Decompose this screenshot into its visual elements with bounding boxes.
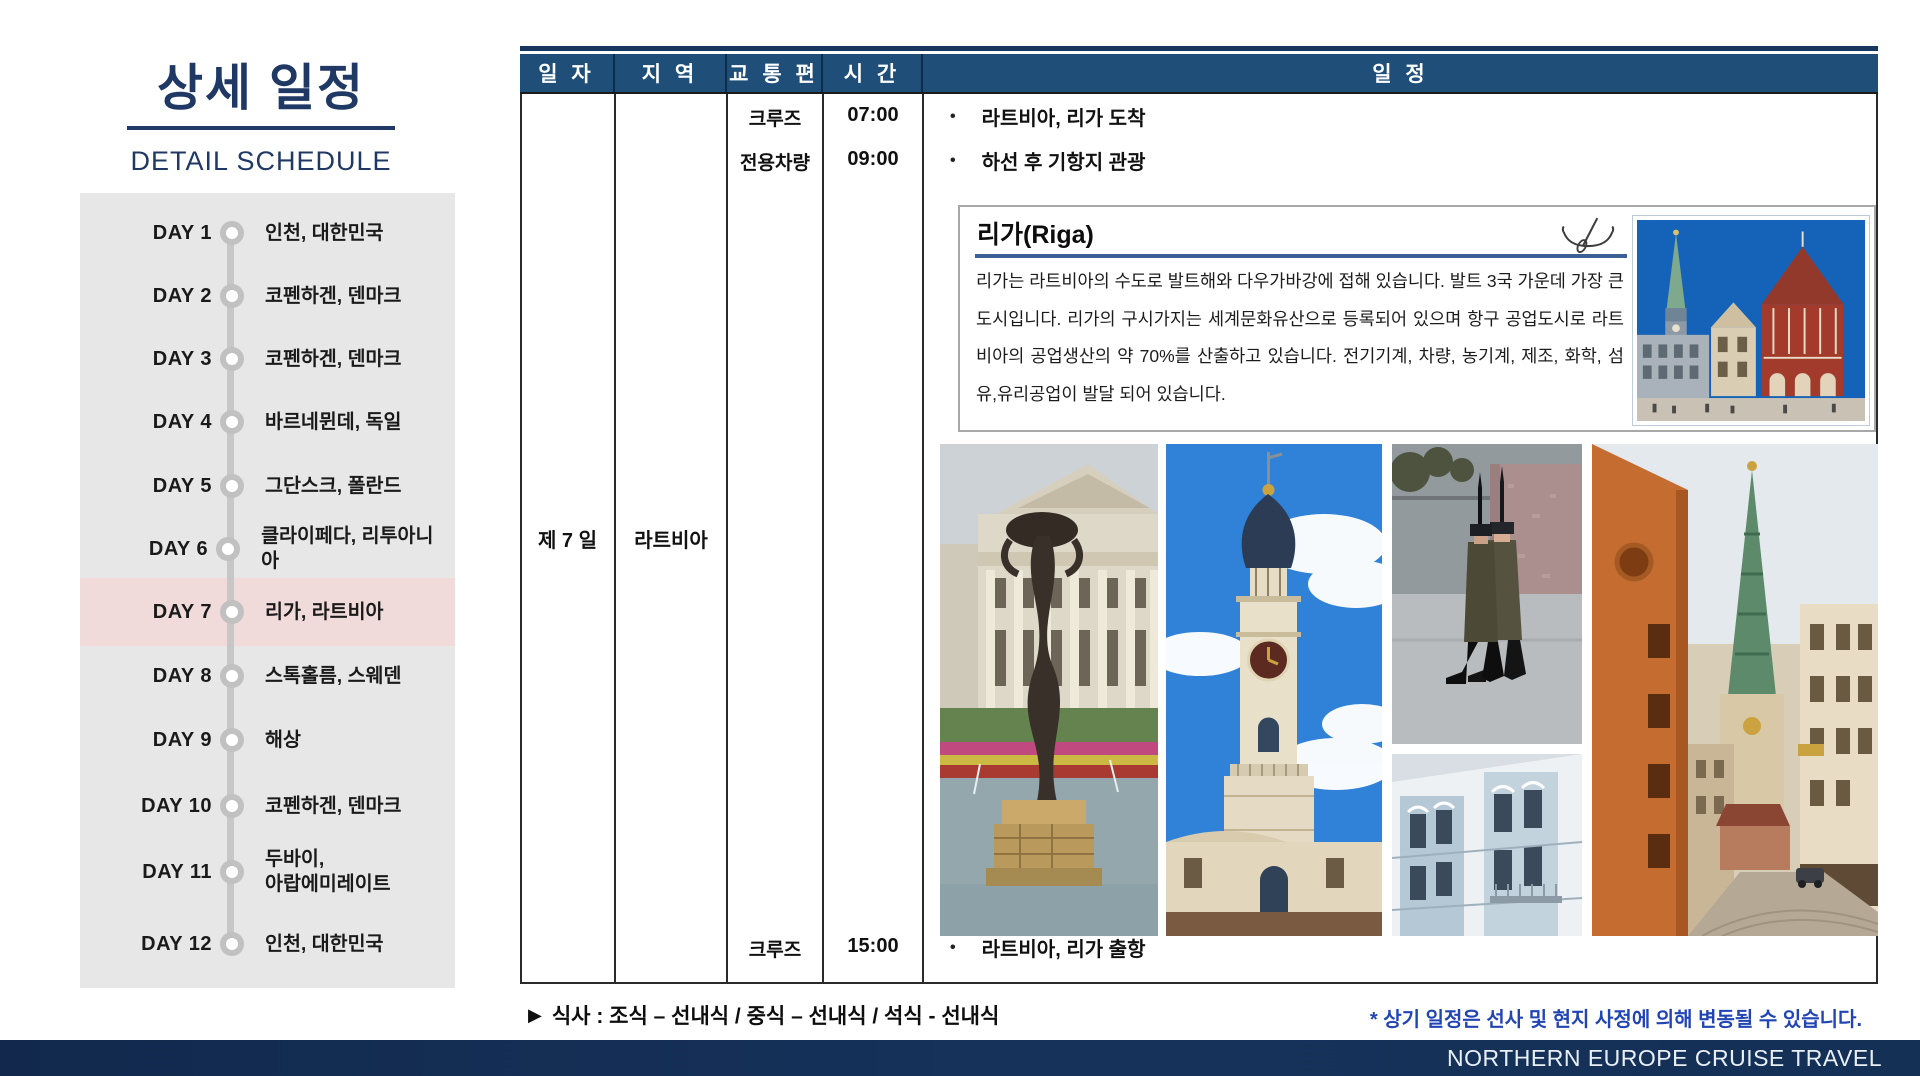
header-transport: 교 통 편: [727, 54, 823, 92]
schedule-item-text: 하선 후 기항지 관광: [981, 152, 1146, 174]
bullet-icon: •: [950, 938, 956, 956]
sidebar-day-row: DAY 10 코펜하겐, 덴마크: [95, 782, 445, 830]
meals-text: 식사 : 조식 – 선내식 / 중식 – 선내식 / 석식 - 선내식: [551, 1005, 1000, 1028]
timeline-node-icon: [220, 860, 244, 884]
church-clock-tower-photo: [1166, 444, 1382, 936]
schedule-item: • 라트비아, 리가 출항: [950, 933, 1145, 962]
timeline-node-icon: [220, 664, 244, 688]
timeline-node-icon: [220, 474, 244, 498]
day-label: DAY 4: [152, 410, 212, 433]
column-divider: [822, 94, 824, 984]
header-date: 일 자: [520, 54, 615, 92]
timeline-node-icon: [220, 932, 244, 956]
day-location: 코펜하겐, 덴마크: [265, 794, 402, 817]
timeline-node-icon: [220, 600, 244, 624]
transport-value: 크루즈: [748, 109, 802, 130]
info-box-title: 리가(Riga): [977, 221, 1094, 249]
cell-region: 라트비아: [634, 530, 708, 552]
day-label: DAY 3: [152, 347, 212, 370]
schedule-item: • 하선 후 기항지 관광: [950, 146, 1145, 175]
schedule-item-text: 라트비아, 리가 도착: [981, 108, 1146, 130]
day-location: 그단스크, 폴란드: [265, 474, 402, 497]
riga-town-hall-square-photo: [1632, 215, 1870, 426]
table-header-row: 일 자 지 역 교 통 편 시 간 일 정: [520, 54, 1878, 94]
day-label: DAY 8: [152, 664, 212, 687]
canoe-icon: [1561, 217, 1615, 253]
opera-house-fountain-photo: [940, 444, 1158, 936]
header-schedule: 일 정: [1372, 63, 1429, 86]
timeline-node-icon: [220, 347, 244, 371]
day-location: 인천, 대한민국: [265, 932, 384, 955]
time-value: 07:00: [847, 104, 899, 126]
sidebar-day-row: DAY 9 해상: [95, 716, 445, 764]
timeline-node-icon: [220, 728, 244, 752]
day-label: DAY 1: [152, 221, 212, 244]
sidebar-day-row: DAY 4 바르네뮌데, 독일: [95, 398, 445, 446]
day-location: 두바이, 아랍에미레이트: [265, 848, 391, 895]
sidebar-day-row: DAY 11 두바이, 아랍에미레이트: [95, 848, 445, 896]
day-label: DAY 7: [152, 600, 212, 623]
day-label: DAY 6: [148, 537, 209, 560]
sidebar-day-row: DAY 5 그단스크, 폴란드: [95, 462, 445, 510]
table-top-border: [520, 46, 1878, 51]
header-region: 지 역: [615, 54, 727, 92]
day-label: DAY 2: [152, 284, 212, 307]
time-value: 15:00: [847, 935, 899, 957]
time-value: 09:00: [847, 148, 899, 170]
sidebar-day-row: DAY 6 클라이페다, 리투아니아: [95, 525, 445, 573]
sidebar-day-row: DAY 2 코펜하겐, 덴마크: [95, 272, 445, 320]
day-location: 코펜하겐, 덴마크: [265, 347, 402, 370]
day-location: 리가, 라트비아: [265, 600, 384, 623]
sidebar-day-row: DAY 3 코펜하겐, 덴마크: [95, 335, 445, 383]
info-box-description: 리가는 라트비아의 수도로 발트해와 다우가바강에 접해 있습니다. 발트 3국…: [976, 271, 1624, 404]
day-location: 스톡홀름, 스웨덴: [265, 664, 402, 687]
day-location: 해상: [265, 728, 301, 751]
schedule-disclaimer: * 상기 일정은 선사 및 현지 사정에 의해 변동될 수 있습니다.: [1369, 1009, 1862, 1031]
schedule-item: • 라트비아, 리가 도착: [950, 102, 1145, 131]
bullet-icon: •: [950, 151, 956, 169]
brand-text: NORTHERN EUROPE CRUISE TRAVEL: [1447, 1044, 1882, 1071]
honor-guards-photo: [1392, 444, 1582, 744]
page-subtitle: DETAIL SCHEDULE: [130, 146, 392, 176]
schedule-item-text: 라트비아, 리가 출항: [981, 939, 1146, 961]
day-location: 인천, 대한민국: [265, 221, 384, 244]
sidebar-day-row: DAY 12 인천, 대한민국: [95, 920, 445, 968]
sidebar-day-row: DAY 8 스톡홀름, 스웨덴: [95, 652, 445, 700]
column-divider: [922, 94, 924, 984]
header-time: 시 간: [823, 54, 923, 92]
slide-page: 상세 일정 DETAIL SCHEDULE DAY 1 인천, 대한민국 DAY…: [0, 0, 1920, 1076]
timeline-node-icon: [220, 221, 244, 245]
day-location: 바르네뮌데, 독일: [265, 410, 402, 433]
footer-bar: NORTHERN EUROPE CRUISE TRAVEL: [0, 1040, 1920, 1076]
timeline-node-icon: [216, 537, 241, 561]
cell-date: 제 7 일: [537, 530, 598, 552]
day-location: 코펜하겐, 덴마크: [265, 284, 402, 307]
day-location: 클라이페다, 리투아니아: [261, 525, 434, 572]
transport-value: 전용차량: [740, 153, 810, 174]
day-label: DAY 10: [141, 794, 212, 817]
timeline-node-icon: [220, 410, 244, 434]
timeline-node-icon: [220, 284, 244, 308]
art-nouveau-facade-photo: [1392, 754, 1582, 936]
day-label: DAY 5: [152, 474, 212, 497]
page-title: 상세 일정: [157, 60, 365, 116]
info-box-underline: [975, 254, 1627, 258]
transport-value: 크루즈: [748, 940, 802, 961]
timeline-node-icon: [220, 794, 244, 818]
meals-note: ▶ 식사 : 조식 – 선내식 / 중식 – 선내식 / 석식 - 선내식: [528, 1000, 999, 1030]
riga-info-box: 리가(Riga) 리가는 라트비아의 수도로 발트해와 다우가바강에 접해 있습…: [958, 205, 1876, 432]
old-town-street-spire-photo: [1592, 444, 1878, 936]
title-underline: [127, 126, 395, 130]
sidebar-day-row: DAY 1 인천, 대한민국: [95, 209, 445, 257]
bullet-icon: •: [950, 107, 956, 125]
day-label: DAY 12: [141, 932, 212, 955]
day-label: DAY 11: [142, 860, 212, 883]
triangle-marker-icon: ▶: [528, 1004, 542, 1025]
day-label: DAY 9: [152, 728, 212, 751]
sidebar-day-row-active: DAY 7 리가, 라트비아: [95, 588, 445, 636]
